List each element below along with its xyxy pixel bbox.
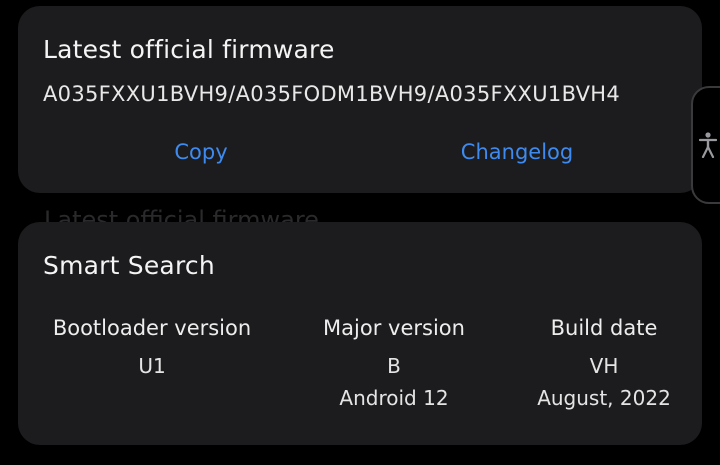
firmware-card: Latest official firmware A035FXXU1BVH9/A… xyxy=(18,6,702,193)
firmware-card-title: Latest official firmware xyxy=(43,35,335,64)
copy-button[interactable]: Copy xyxy=(174,140,227,164)
accessibility-icon xyxy=(699,132,717,158)
major-version-value: B xyxy=(387,354,401,378)
major-version-column: Major version B Android 12 xyxy=(323,316,465,410)
bootloader-version-value: U1 xyxy=(138,354,166,378)
bootloader-version-label: Bootloader version xyxy=(52,316,252,340)
major-version-label: Major version xyxy=(323,316,465,340)
changelog-button[interactable]: Changelog xyxy=(461,140,573,164)
smart-search-card: Smart Search Bootloader version U1 Major… xyxy=(18,222,702,445)
bootloader-version-column: Bootloader version U1 xyxy=(53,316,251,378)
accessibility-side-handle[interactable] xyxy=(691,86,720,204)
android-version-value: Android 12 xyxy=(339,386,449,410)
build-date-column: Build date VH August, 2022 xyxy=(537,316,671,410)
smart-search-title: Smart Search xyxy=(43,251,215,280)
firmware-version-text: A035FXXU1BVH9/A035FODM1BVH9/A035FXXU1BVH… xyxy=(43,82,621,106)
build-date-label: Build date xyxy=(550,316,658,340)
ghost-firmware-title: Latest official firmware xyxy=(44,206,319,222)
build-date-value: VH xyxy=(589,354,619,378)
build-date-month: August, 2022 xyxy=(537,386,671,410)
